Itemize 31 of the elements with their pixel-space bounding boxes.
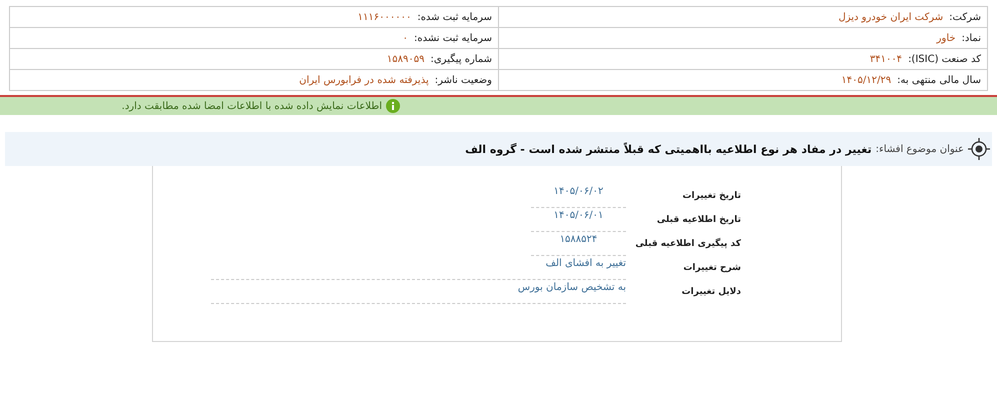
field-value: ۱۴۰۵/۱۲/۲۹ (841, 74, 892, 86)
detail-label: دلایل تغییرات (680, 286, 741, 297)
notice-text: اطلاعات نمایش داده شده با اطلاعات امضا شده مطابقت دارد. (122, 100, 382, 112)
field-label: کد صنعت (ISIC): (908, 54, 981, 64)
field-value: پذیرفته شده در فرابورس ایران (299, 74, 429, 86)
field-label: سال مالی منتهی به: (897, 74, 981, 86)
field-value: ۰ (402, 32, 408, 44)
field-label: نماد: (962, 32, 981, 44)
detail-value: تغییر به افشای الف (211, 258, 626, 280)
detail-value: ۱۴۰۵/۰۶/۰۱ (531, 210, 626, 232)
field-value: ۱۱۱۶۰۰۰۰۰۰ (358, 12, 412, 22)
info-icon (386, 99, 400, 113)
field-label: سرمایه ثبت شده: (417, 12, 492, 22)
detail-label: شرح تغییرات (682, 262, 741, 273)
detail-value: ۱۴۰۵/۰۶/۰۲ (531, 186, 626, 208)
field-value: ۳۴۱۰۰۴ (870, 54, 902, 64)
field-value: ۱۵۸۹۰۵۹ (386, 54, 424, 64)
field-value: خاور (936, 32, 956, 44)
subject-label: عنوان موضوع افشاء: (876, 144, 964, 154)
subject-title: تغییر در مفاد هر نوع اطلاعیه بااهمیتی که قبلاً منتشر شده است - گروه الف (465, 142, 872, 156)
field-label: سرمایه ثبت نشده: (414, 32, 492, 44)
target-icon (968, 138, 990, 160)
detail-label: تاریخ اطلاعیه قبلی (656, 214, 741, 225)
field-label: شرکت: (949, 12, 981, 22)
detail-value: ۱۵۸۸۵۲۴ (531, 234, 626, 256)
field-label: شماره پیگیری: (430, 54, 492, 64)
field-value: شرکت ایران خودرو دیزل (838, 12, 944, 22)
field-label: وضعیت ناشر: (434, 74, 492, 86)
detail-label: کد پیگیری اطلاعیه قبلی (634, 237, 741, 249)
detail-value: به تشخیص سازمان بورس (211, 282, 626, 304)
detail-label: تاریخ تغییرات (682, 190, 741, 201)
